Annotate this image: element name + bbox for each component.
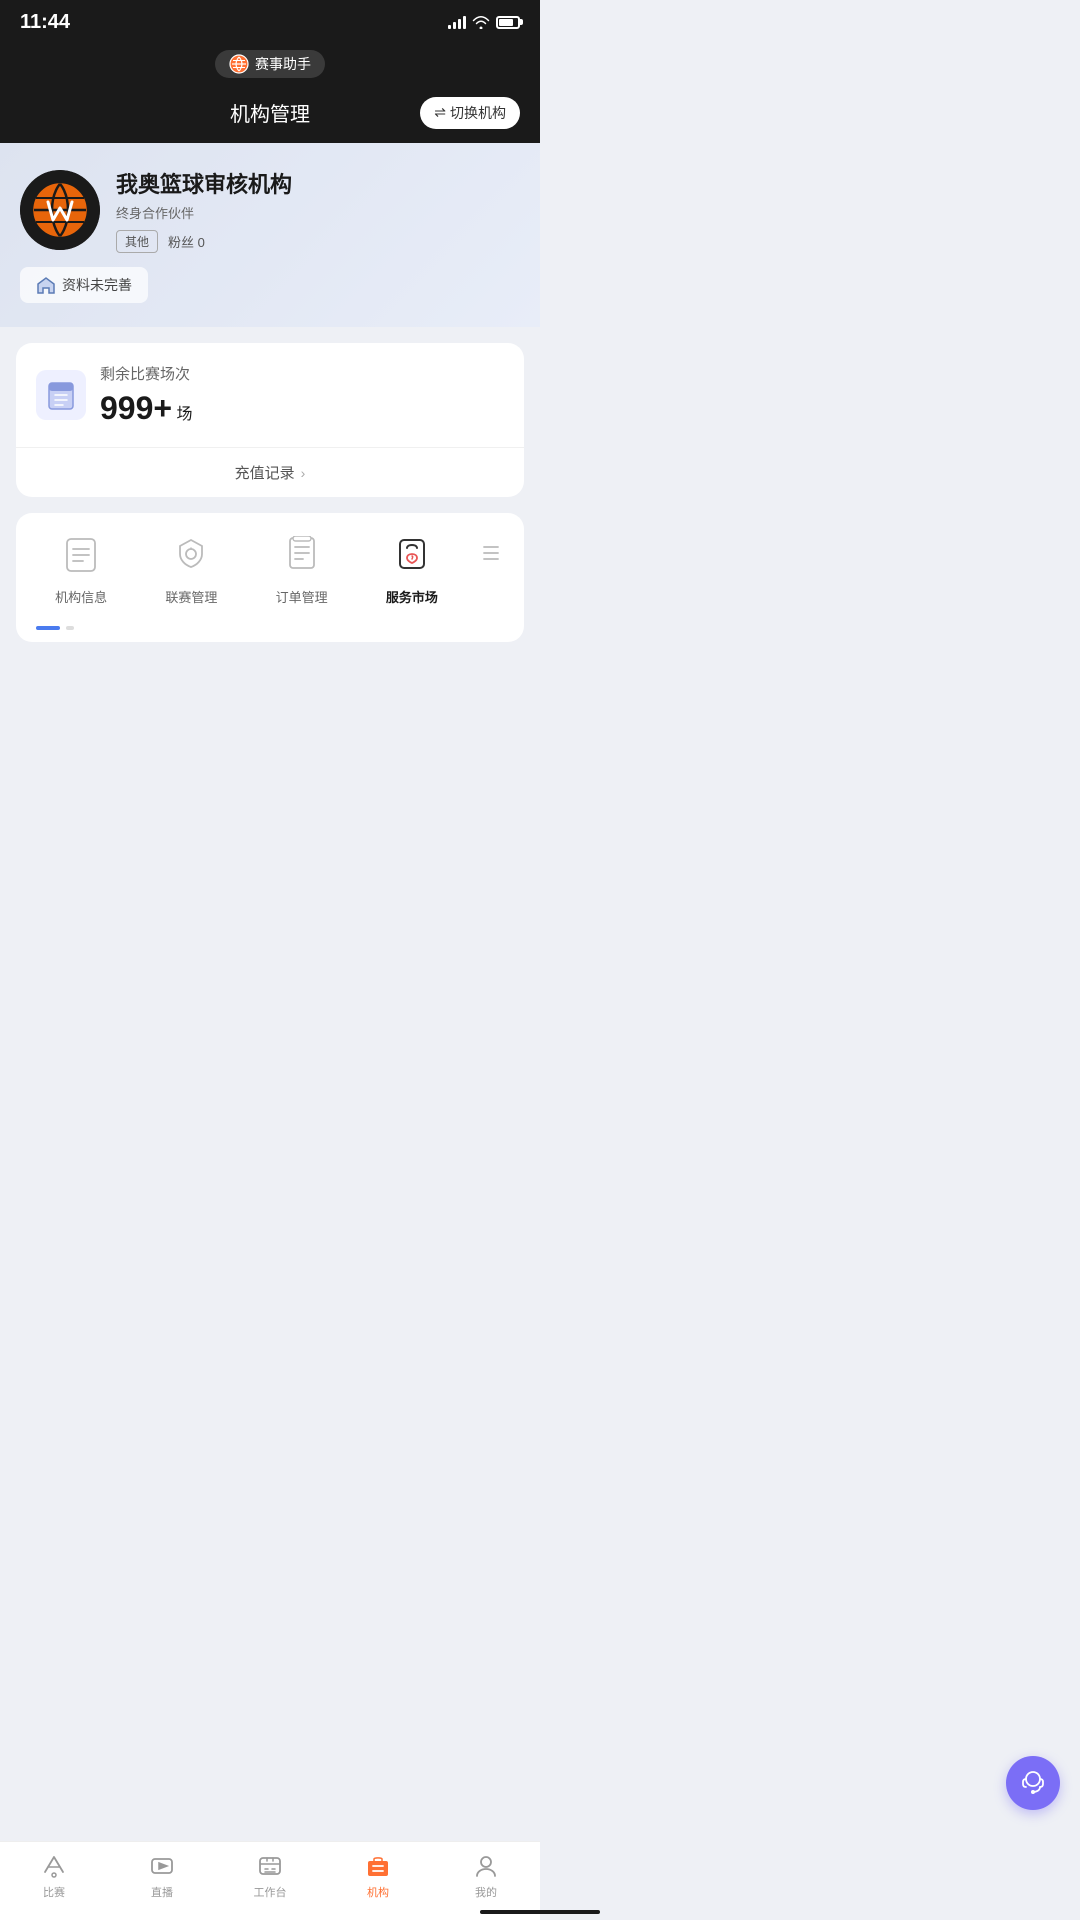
menu-label-league: 联赛管理 bbox=[165, 587, 217, 606]
app-pill: 赛事助手 bbox=[215, 50, 325, 78]
nav-label-match: 比赛 bbox=[43, 1884, 65, 1900]
fans-count: 粉丝 0 bbox=[168, 232, 205, 251]
league-icon bbox=[169, 533, 213, 577]
page-header: 机构管理 ⇌ 切换机构 bbox=[0, 90, 540, 143]
nav-item-org[interactable]: 机构 bbox=[324, 1852, 432, 1900]
menu-item-org-info[interactable]: 机构信息 bbox=[26, 533, 136, 606]
customer-service-button[interactable] bbox=[1006, 1756, 1060, 1810]
workspace-nav-icon bbox=[256, 1852, 284, 1880]
info-btn-label: 资料未完善 bbox=[62, 275, 132, 295]
inactive-dot bbox=[66, 626, 74, 630]
top-bar: 赛事助手 bbox=[0, 44, 540, 90]
menu-items: 机构信息 联赛管理 bbox=[26, 533, 514, 606]
org-name: 我奥篮球审核机构 bbox=[116, 167, 520, 199]
app-logo-icon bbox=[229, 54, 249, 74]
org-info-icon bbox=[59, 533, 103, 577]
menu-label-services: 服务市场 bbox=[386, 587, 438, 606]
nav-item-workspace[interactable]: 工作台 bbox=[216, 1852, 324, 1900]
match-count-row: 999+ 场 bbox=[100, 390, 193, 427]
org-logo-icon bbox=[20, 170, 100, 250]
nav-label-org: 机构 bbox=[367, 1884, 389, 1900]
status-bar: 11:44 bbox=[0, 0, 540, 44]
match-count: 999+ bbox=[100, 390, 172, 426]
chevron-right-icon: › bbox=[301, 465, 306, 481]
recharge-link[interactable]: 充值记录 › bbox=[16, 448, 524, 497]
live-nav-icon bbox=[148, 1852, 176, 1880]
nav-label-live: 直播 bbox=[151, 1884, 173, 1900]
menu-card: 机构信息 联赛管理 bbox=[16, 513, 524, 642]
active-dot bbox=[36, 626, 60, 630]
profile-section: 我奥篮球审核机构 终身合作伙伴 其他 粉丝 0 资料未完善 bbox=[0, 143, 540, 327]
mine-nav-icon bbox=[472, 1852, 500, 1880]
app-name: 赛事助手 bbox=[255, 54, 311, 74]
wifi-icon bbox=[472, 15, 490, 29]
match-nav-icon bbox=[40, 1852, 68, 1880]
match-label: 剩余比赛场次 bbox=[100, 363, 193, 384]
profile-info: 我奥篮球审核机构 终身合作伙伴 其他 粉丝 0 bbox=[116, 167, 520, 253]
menu-label-orders: 订单管理 bbox=[276, 587, 328, 606]
menu-card-inner: 机构信息 联赛管理 bbox=[16, 513, 524, 616]
content-area: 剩余比赛场次 999+ 场 充值记录 › bbox=[0, 327, 540, 658]
home-icon bbox=[36, 276, 56, 294]
avatar bbox=[20, 170, 100, 250]
nav-label-workspace: 工作台 bbox=[254, 1884, 287, 1900]
org-tag: 其他 bbox=[116, 230, 158, 253]
switch-icon: ⇌ bbox=[434, 104, 446, 121]
services-icon bbox=[390, 533, 434, 577]
profile-row: 我奥篮球审核机构 终身合作伙伴 其他 粉丝 0 bbox=[20, 167, 520, 253]
page-dots bbox=[16, 616, 524, 634]
more-icon bbox=[479, 533, 501, 577]
orders-icon bbox=[280, 533, 324, 577]
menu-label-org-info: 机构信息 bbox=[55, 587, 107, 606]
bottom-nav: 比赛 直播 工作台 bbox=[0, 1841, 540, 1920]
battery-icon bbox=[496, 16, 520, 29]
menu-item-services[interactable]: 服务市场 bbox=[357, 533, 467, 606]
calendar-icon bbox=[47, 379, 75, 411]
org-subtitle: 终身合作伙伴 bbox=[116, 203, 520, 222]
match-card-inner: 剩余比赛场次 999+ 场 bbox=[16, 343, 524, 447]
signal-icon bbox=[448, 15, 466, 29]
menu-item-more[interactable] bbox=[467, 533, 514, 606]
match-icon bbox=[36, 370, 86, 420]
nav-item-live[interactable]: 直播 bbox=[108, 1852, 216, 1900]
headset-icon bbox=[1019, 1769, 1047, 1797]
match-unit: 场 bbox=[177, 406, 193, 423]
match-card: 剩余比赛场次 999+ 场 充值记录 › bbox=[16, 343, 524, 497]
org-nav-icon bbox=[364, 1852, 392, 1880]
nav-label-mine: 我的 bbox=[475, 1884, 497, 1900]
menu-item-league[interactable]: 联赛管理 bbox=[136, 533, 246, 606]
nav-item-mine[interactable]: 我的 bbox=[432, 1852, 540, 1900]
nav-item-match[interactable]: 比赛 bbox=[0, 1852, 108, 1900]
page-title: 机构管理 bbox=[230, 98, 310, 127]
switch-org-button[interactable]: ⇌ 切换机构 bbox=[420, 97, 520, 129]
complete-info-button[interactable]: 资料未完善 bbox=[20, 267, 148, 303]
recharge-label: 充值记录 bbox=[235, 462, 295, 483]
status-icons bbox=[448, 15, 520, 29]
profile-tags: 其他 粉丝 0 bbox=[116, 230, 520, 253]
menu-item-orders[interactable]: 订单管理 bbox=[246, 533, 356, 606]
status-time: 11:44 bbox=[20, 11, 70, 34]
home-indicator bbox=[480, 1910, 600, 1914]
match-info: 剩余比赛场次 999+ 场 bbox=[100, 363, 193, 427]
